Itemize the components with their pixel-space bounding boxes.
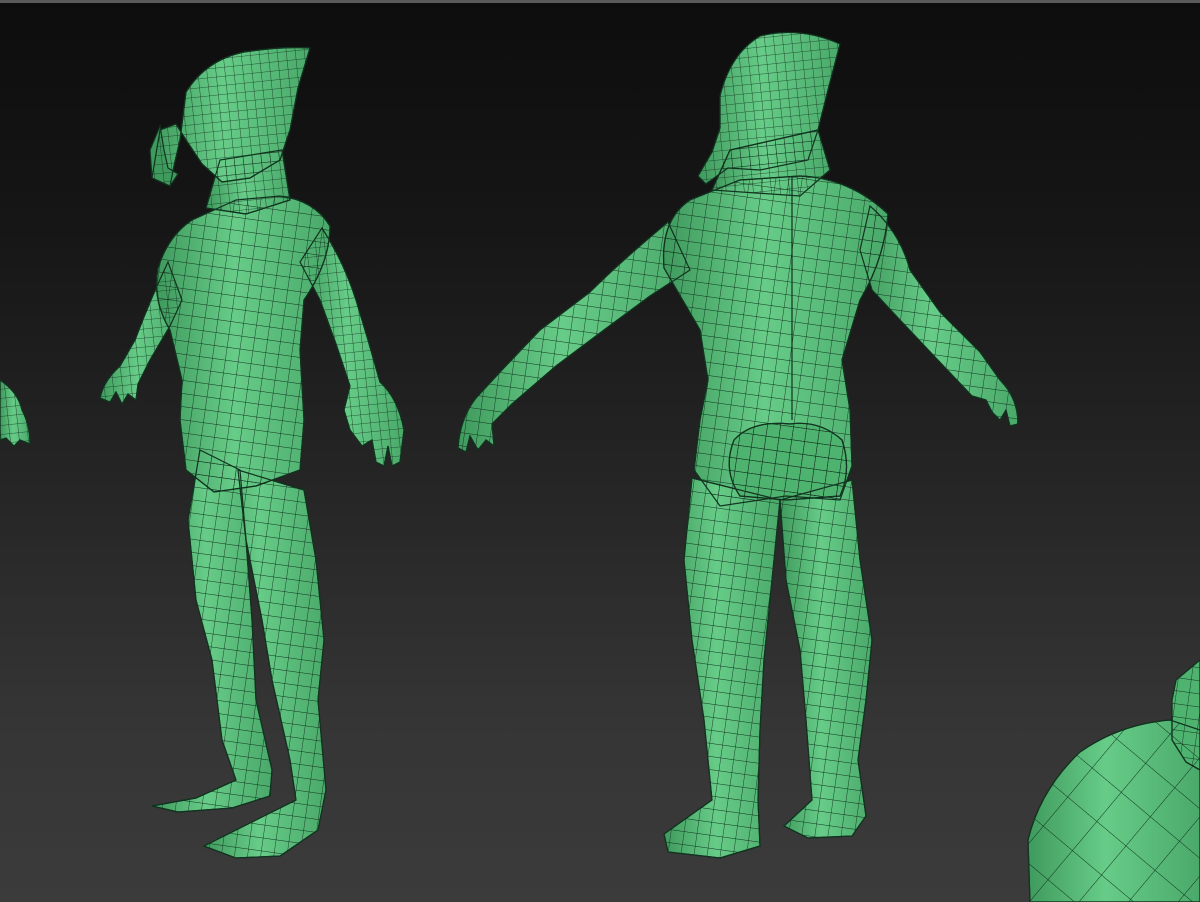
figure-three-quarter-view [99, 46, 405, 859]
figure-closeup-partial [1027, 659, 1200, 902]
sculpt-scene [0, 31, 1200, 902]
3d-viewport[interactable] [0, 0, 1200, 902]
figure-back-view [457, 31, 1019, 859]
partial-figure-left [0, 379, 31, 447]
